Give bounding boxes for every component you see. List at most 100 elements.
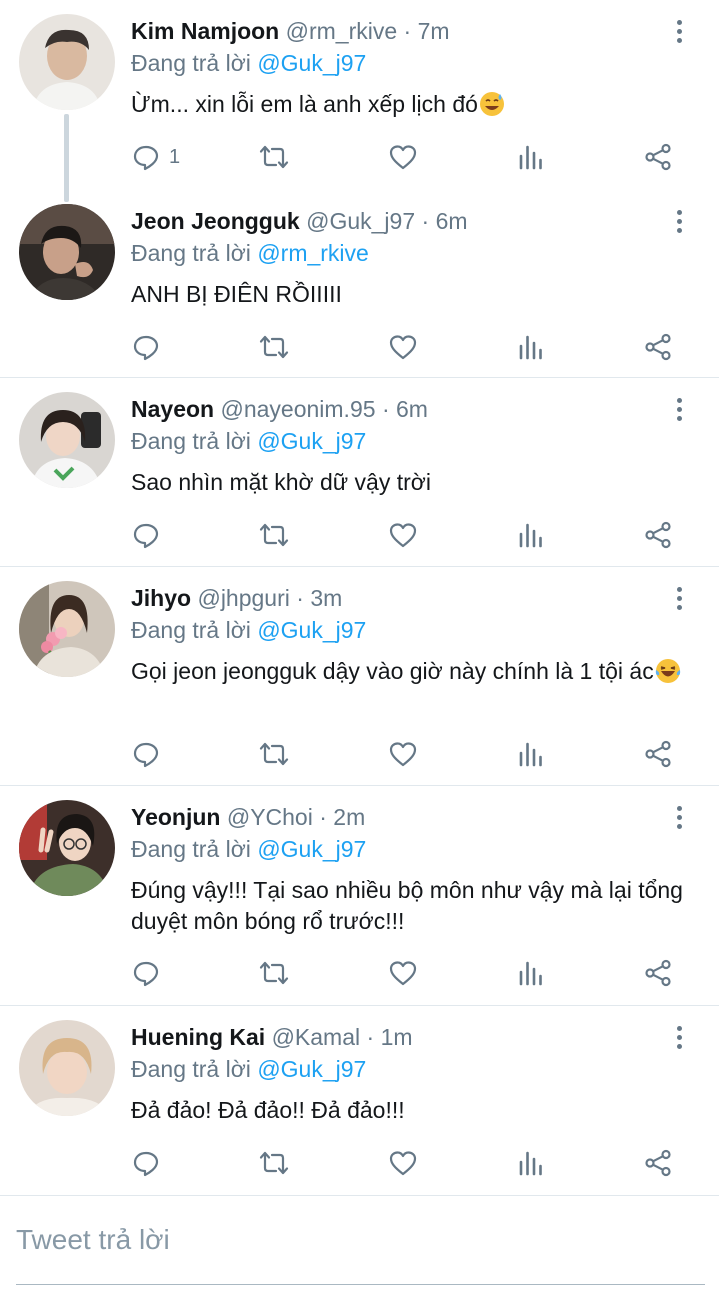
- tweet[interactable]: Yeonjun @YChoi · 2m Đang trả lời @Guk_j9…: [0, 786, 719, 1006]
- share-button[interactable]: [643, 737, 673, 771]
- reply-button[interactable]: [131, 330, 161, 364]
- timestamp[interactable]: 3m: [310, 585, 342, 611]
- timestamp[interactable]: 6m: [436, 208, 468, 234]
- share-button[interactable]: [643, 140, 673, 174]
- analytics-icon: [519, 961, 542, 986]
- avatar[interactable]: [19, 204, 115, 300]
- reply-icon: [133, 335, 159, 361]
- like-button[interactable]: [388, 1146, 418, 1180]
- separator-dot: ·: [421, 208, 430, 234]
- mention-link[interactable]: @Guk_j97: [257, 836, 366, 862]
- user-handle[interactable]: @jhpguri: [197, 585, 289, 611]
- tweet[interactable]: Huening Kai @Kamal · 1m Đang trả lời @Gu…: [0, 1006, 719, 1196]
- display-name[interactable]: Jihyo: [131, 585, 191, 611]
- analytics-button[interactable]: [516, 737, 546, 771]
- analytics-icon: [519, 742, 542, 767]
- retweet-button[interactable]: [259, 737, 289, 771]
- reply-button[interactable]: [131, 737, 161, 771]
- retweet-icon: [259, 335, 289, 359]
- share-button[interactable]: [643, 956, 673, 990]
- share-button[interactable]: [643, 330, 673, 364]
- tweet-actions: [131, 737, 681, 771]
- avatar[interactable]: [19, 14, 115, 110]
- avatar[interactable]: [19, 392, 115, 488]
- avatar[interactable]: [19, 1020, 115, 1116]
- user-handle[interactable]: @rm_rkive: [286, 18, 398, 44]
- replying-to-label: Đang trả lời: [131, 617, 251, 643]
- analytics-button[interactable]: [516, 518, 546, 552]
- reply-button[interactable]: [131, 956, 161, 990]
- user-handle[interactable]: @Kamal: [272, 1024, 361, 1050]
- timestamp[interactable]: 2m: [333, 804, 365, 830]
- separator-dot: ·: [381, 396, 390, 422]
- like-button[interactable]: [388, 140, 418, 174]
- tweet-reply-input[interactable]: Tweet trả lời: [16, 1220, 705, 1260]
- more-options-icon[interactable]: [667, 1022, 691, 1052]
- tweet-header: Yeonjun @YChoi · 2m: [131, 802, 365, 832]
- like-button[interactable]: [388, 737, 418, 771]
- analytics-button[interactable]: [516, 1146, 546, 1180]
- share-icon: [645, 740, 671, 768]
- more-options-icon[interactable]: [667, 802, 691, 832]
- separator-dot: ·: [319, 804, 327, 830]
- retweet-button[interactable]: [259, 518, 289, 552]
- share-button[interactable]: [643, 1146, 673, 1180]
- tweet[interactable]: Nayeon @nayeonim.95 · 6m Đang trả lời @G…: [0, 378, 719, 567]
- timestamp[interactable]: 1m: [381, 1024, 413, 1050]
- timestamp[interactable]: 6m: [396, 396, 428, 422]
- reply-button[interactable]: [131, 518, 161, 552]
- display-name[interactable]: Nayeon: [131, 396, 214, 422]
- tweet-actions: [131, 1146, 681, 1180]
- reply-button[interactable]: 1: [131, 140, 180, 174]
- user-handle[interactable]: @YChoi: [227, 804, 313, 830]
- display-name[interactable]: Huening Kai: [131, 1024, 265, 1050]
- retweet-icon: [259, 961, 289, 985]
- user-handle[interactable]: @Guk_j97: [306, 208, 415, 234]
- reply-count: 1: [169, 145, 181, 168]
- tweet[interactable]: Jeon Jeongguk @Guk_j97 · 6m Đang trả lời…: [0, 190, 719, 378]
- tweet-actions: [131, 956, 681, 990]
- display-name[interactable]: Yeonjun: [131, 804, 220, 830]
- mention-link[interactable]: @rm_rkive: [257, 240, 369, 266]
- separator-dot: ·: [296, 585, 304, 611]
- reply-icon: [133, 961, 159, 987]
- avatar[interactable]: [19, 800, 115, 896]
- like-button[interactable]: [388, 518, 418, 552]
- retweet-icon: [259, 742, 289, 766]
- share-button[interactable]: [643, 518, 673, 552]
- share-icon: [645, 959, 671, 987]
- avatar[interactable]: [19, 581, 115, 677]
- retweet-button[interactable]: [259, 330, 289, 364]
- retweet-button[interactable]: [259, 956, 289, 990]
- mention-link[interactable]: @Guk_j97: [257, 428, 366, 454]
- tweet[interactable]: Jihyo @jhpguri · 3m Đang trả lời @Guk_j9…: [0, 567, 719, 786]
- thread-connector: [64, 114, 69, 202]
- mention-link[interactable]: @Guk_j97: [257, 617, 366, 643]
- analytics-button[interactable]: [516, 956, 546, 990]
- more-options-icon[interactable]: [667, 394, 691, 424]
- mention-link[interactable]: @Guk_j97: [257, 1056, 366, 1082]
- more-options-icon[interactable]: [667, 206, 691, 236]
- retweet-button[interactable]: [259, 140, 289, 174]
- input-underline: [16, 1284, 705, 1285]
- like-button[interactable]: [388, 956, 418, 990]
- user-handle[interactable]: @nayeonim.95: [220, 396, 375, 422]
- analytics-button[interactable]: [516, 140, 546, 174]
- retweet-button[interactable]: [259, 1146, 289, 1180]
- heart-icon: [389, 523, 417, 548]
- tweet[interactable]: Kim Namjoon @rm_rkive · 7m Đang trả lời …: [0, 0, 719, 202]
- tweet-header: Jihyo @jhpguri · 3m: [131, 583, 342, 613]
- replying-to: Đang trả lời @rm_rkive: [131, 238, 369, 268]
- timestamp[interactable]: 7m: [418, 18, 450, 44]
- reply-button[interactable]: [131, 1146, 161, 1180]
- like-button[interactable]: [388, 330, 418, 364]
- more-options-icon[interactable]: [667, 583, 691, 613]
- analytics-button[interactable]: [516, 330, 546, 364]
- reply-icon: [133, 523, 159, 549]
- mention-link[interactable]: @Guk_j97: [257, 50, 366, 76]
- more-options-icon[interactable]: [667, 16, 691, 46]
- tweet-text: Ừm... xin lỗi em là anh xếp lịch đó: [131, 89, 691, 120]
- display-name[interactable]: Kim Namjoon: [131, 18, 279, 44]
- tweet-text: Sao nhìn mặt khờ dữ vậy trời: [131, 469, 431, 495]
- display-name[interactable]: Jeon Jeongguk: [131, 208, 300, 234]
